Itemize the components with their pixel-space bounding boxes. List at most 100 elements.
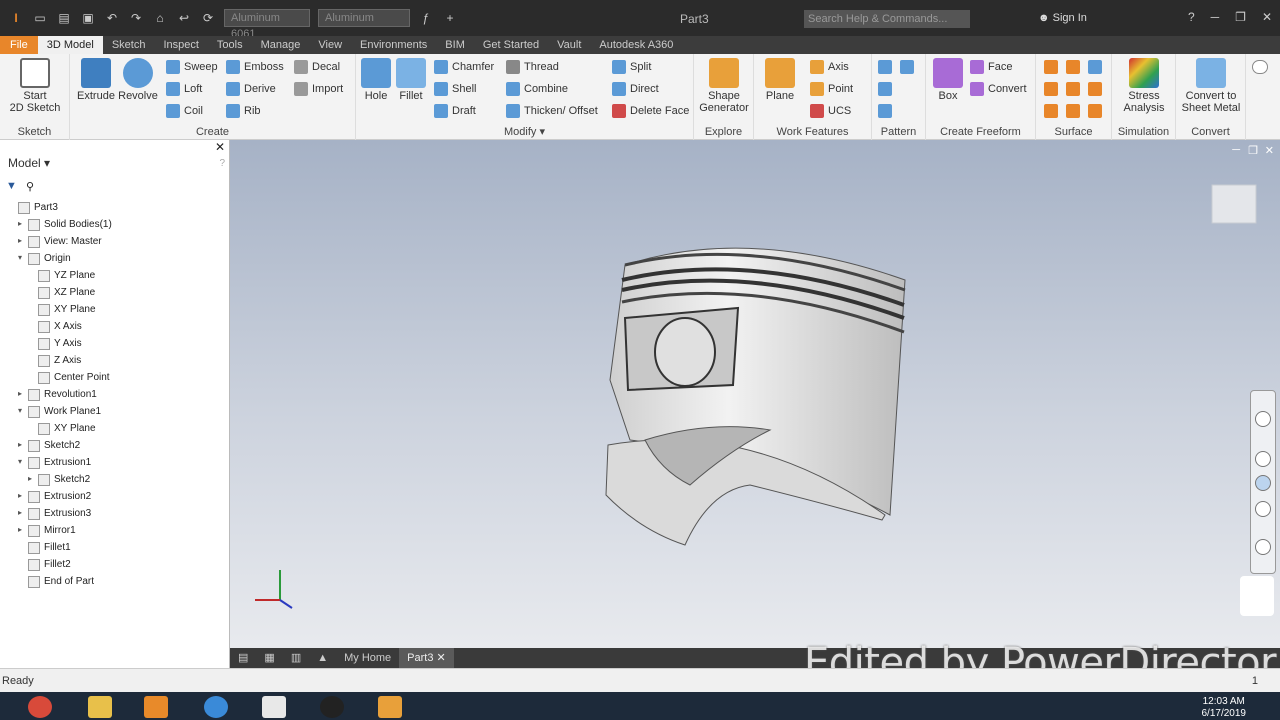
browser-help-icon[interactable]: ? <box>219 158 225 169</box>
extrude-button[interactable]: Extrude <box>76 58 116 102</box>
expand-toggle-icon[interactable]: ▾ <box>18 457 26 466</box>
view-cube[interactable] <box>1211 184 1257 224</box>
surface-btn-4[interactable] <box>1044 82 1058 96</box>
tree-node[interactable]: ▸ Sketch2 <box>0 472 230 489</box>
tab-sketch[interactable]: Sketch <box>103 36 155 54</box>
share-icon[interactable] <box>1240 576 1274 616</box>
rib-button[interactable]: Rib <box>226 104 261 118</box>
surface-btn-5[interactable] <box>1066 82 1080 96</box>
revolve-button[interactable]: Revolve <box>116 58 160 102</box>
surface-btn-7[interactable] <box>1044 104 1058 118</box>
expand-toggle-icon[interactable]: ▸ <box>18 440 26 449</box>
arrange-icon[interactable]: ▥ <box>283 648 309 668</box>
modify-panel-title[interactable]: Modify ▾ <box>356 125 693 138</box>
tree-node[interactable]: ▸ Revolution1 <box>0 387 230 404</box>
restore-icon[interactable]: ❐ <box>1235 10 1246 24</box>
expand-toggle-icon[interactable]: ▸ <box>18 525 26 534</box>
tree-node[interactable]: ▸ Sketch2 <box>0 438 230 455</box>
viewport-close-icon[interactable]: ✕ <box>1265 144 1274 157</box>
tab-environments[interactable]: Environments <box>351 36 436 54</box>
tree-node[interactable]: Fillet2 <box>0 557 230 574</box>
shape-generator-button[interactable]: Shape Generator <box>698 58 750 114</box>
surface-btn-2[interactable] <box>1066 60 1080 74</box>
tree-node[interactable]: ▸ Solid Bodies(1) <box>0 217 230 234</box>
return-icon[interactable]: ↩ <box>176 10 192 26</box>
browser-close-icon[interactable]: ✕ <box>215 140 225 154</box>
sweep-button[interactable]: Sweep <box>166 60 218 74</box>
sketch-pattern-button[interactable] <box>878 104 892 118</box>
tree-node[interactable]: XY Plane <box>0 421 230 438</box>
rectangular-pattern-button[interactable] <box>878 60 892 74</box>
tree-node[interactable]: ▾ Work Plane1 <box>0 404 230 421</box>
expand-toggle-icon[interactable]: ▸ <box>18 236 26 245</box>
tab-3d-model[interactable]: 3D Model <box>37 36 103 54</box>
hole-button[interactable]: Hole <box>360 58 392 102</box>
tab-manage[interactable]: Manage <box>252 36 310 54</box>
steering-wheel-icon[interactable] <box>1255 411 1271 427</box>
undo-icon[interactable]: ↶ <box>104 10 120 26</box>
minimize-icon[interactable]: ─ <box>1211 10 1220 24</box>
redo-icon[interactable]: ↷ <box>128 10 144 26</box>
tab-inspect[interactable]: Inspect <box>154 36 207 54</box>
decal-button[interactable]: Decal <box>294 60 340 74</box>
filter-icon[interactable]: ▼ <box>6 180 17 192</box>
media-player-icon[interactable] <box>144 696 168 718</box>
point-button[interactable]: Point <box>810 82 853 96</box>
browser-title[interactable]: Model ▾ <box>8 156 50 170</box>
home-icon[interactable]: ⌂ <box>152 10 168 26</box>
convert-sheet-metal-button[interactable]: Convert to Sheet Metal <box>1178 58 1244 114</box>
mirror-button[interactable] <box>900 60 914 74</box>
update-icon[interactable]: ⟳ <box>200 10 216 26</box>
tree-node[interactable]: Z Axis <box>0 353 230 370</box>
tree-node[interactable]: ▾ Extrusion1 <box>0 455 230 472</box>
tree-node[interactable]: Fillet1 <box>0 540 230 557</box>
tree-node[interactable]: ▸ Mirror1 <box>0 523 230 540</box>
new-icon[interactable]: ▭ <box>32 10 48 26</box>
app-logo-icon[interactable]: I <box>8 10 24 26</box>
expand-toggle-icon[interactable]: ▸ <box>18 491 26 500</box>
plus-icon[interactable]: + <box>442 10 458 26</box>
tab-file[interactable]: File <box>0 36 38 54</box>
tree-node[interactable]: YZ Plane <box>0 268 230 285</box>
viewport-minimize-icon[interactable]: ─ <box>1232 144 1240 156</box>
emboss-button[interactable]: Emboss <box>226 60 284 74</box>
orbit-icon[interactable] <box>1255 501 1271 517</box>
cascade-icon[interactable]: ▦ <box>256 648 282 668</box>
coil-button[interactable]: Coil <box>166 104 203 118</box>
tree-node[interactable]: Y Axis <box>0 336 230 353</box>
expand-toggle-icon[interactable]: ▸ <box>18 389 26 398</box>
file-explorer-icon[interactable] <box>88 696 112 718</box>
start-button-icon[interactable] <box>28 696 52 718</box>
tree-node[interactable]: XZ Plane <box>0 285 230 302</box>
zoom-icon[interactable] <box>1255 475 1271 491</box>
circular-pattern-button[interactable] <box>878 82 892 96</box>
ribbon-options-icon[interactable] <box>1252 60 1268 74</box>
help-icon[interactable]: ? <box>1188 10 1195 24</box>
surface-btn-3[interactable] <box>1088 60 1102 74</box>
tree-node[interactable]: ▾ Origin <box>0 251 230 268</box>
expand-toggle-icon[interactable]: ▸ <box>18 219 26 228</box>
shell-button[interactable]: Shell <box>434 82 476 96</box>
tab-close-icon[interactable]: ✕ <box>437 652 446 664</box>
tree-node[interactable]: ▸ Extrusion2 <box>0 489 230 506</box>
surface-btn-6[interactable] <box>1088 82 1102 96</box>
plane-button[interactable]: Plane <box>760 58 800 102</box>
box-button[interactable]: Box <box>930 58 966 102</box>
tree-node[interactable]: XY Plane <box>0 302 230 319</box>
split-button[interactable]: Split <box>612 60 651 74</box>
tree-node[interactable]: X Axis <box>0 319 230 336</box>
pan-icon[interactable] <box>1255 451 1271 467</box>
draft-button[interactable]: Draft <box>434 104 476 118</box>
tab-list-icon[interactable]: ▲ <box>309 648 336 668</box>
appearance-select[interactable]: Aluminum <box>318 9 410 27</box>
graphics-viewport[interactable]: ─ ❐ ✕ <box>230 140 1280 648</box>
tree-node[interactable]: ▸ View: Master <box>0 234 230 251</box>
material-select[interactable]: Aluminum 6061 <box>224 9 310 40</box>
convert-freeform-button[interactable]: Convert <box>970 82 1027 96</box>
chamfer-button[interactable]: Chamfer <box>434 60 494 74</box>
apps-grid-icon[interactable] <box>262 696 286 718</box>
piston-model[interactable] <box>605 247 906 546</box>
tree-node[interactable]: End of Part <box>0 574 230 591</box>
inventor-taskbar-icon[interactable] <box>378 696 402 718</box>
find-icon[interactable]: ⚲ <box>26 180 34 193</box>
